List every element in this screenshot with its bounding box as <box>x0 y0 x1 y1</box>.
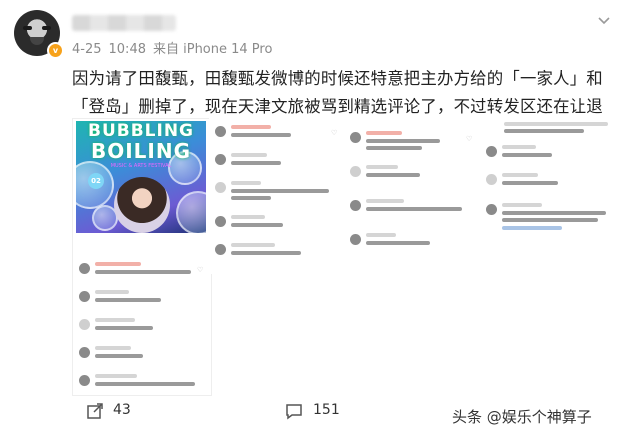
poster-title-1: BUBBLING <box>87 121 194 141</box>
post-meta: 4-25 10:48 来自 iPhone 14 Pro <box>72 38 279 57</box>
poster-subtitle: MUSIC & ARTS FESTIVAL <box>110 163 172 169</box>
screenshot-tile-2 <box>209 118 345 274</box>
post-time: 10:48 <box>108 42 146 57</box>
watermark: 头条 @娱乐个神算子 <box>452 408 592 426</box>
post-image[interactable]: BUBBLING BOILING MUSIC & ARTS FESTIVAL 0… <box>72 118 618 398</box>
verified-badge-icon: v <box>47 42 64 59</box>
comment-icon[interactable] <box>285 402 303 420</box>
screenshot-tile-4 <box>480 118 618 274</box>
comment-count: 151 <box>313 402 340 418</box>
poster-badge: 02 <box>88 173 104 189</box>
post-date: 4-25 <box>72 42 102 57</box>
weibo-post: v 4-25 10:48 来自 iPhone 14 Pro 因为请了田馥甄，田馥甄发… <box>0 0 626 436</box>
post-source: 来自 iPhone 14 Pro <box>152 42 273 57</box>
username[interactable] <box>72 15 176 31</box>
avatar-mouth <box>30 37 44 45</box>
poster-title-2: BOILING <box>90 139 192 163</box>
screenshot-tile-1: BUBBLING BOILING MUSIC & ARTS FESTIVAL 0… <box>72 118 212 396</box>
poster-portrait <box>114 177 170 233</box>
chevron-down-icon[interactable] <box>596 12 612 28</box>
share-count: 43 <box>113 402 131 418</box>
festival-poster: BUBBLING BOILING MUSIC & ARTS FESTIVAL 0… <box>76 121 206 233</box>
screenshot-tile-3 <box>344 128 478 274</box>
share-icon[interactable] <box>86 402 104 420</box>
avatar-eyes <box>23 26 51 32</box>
